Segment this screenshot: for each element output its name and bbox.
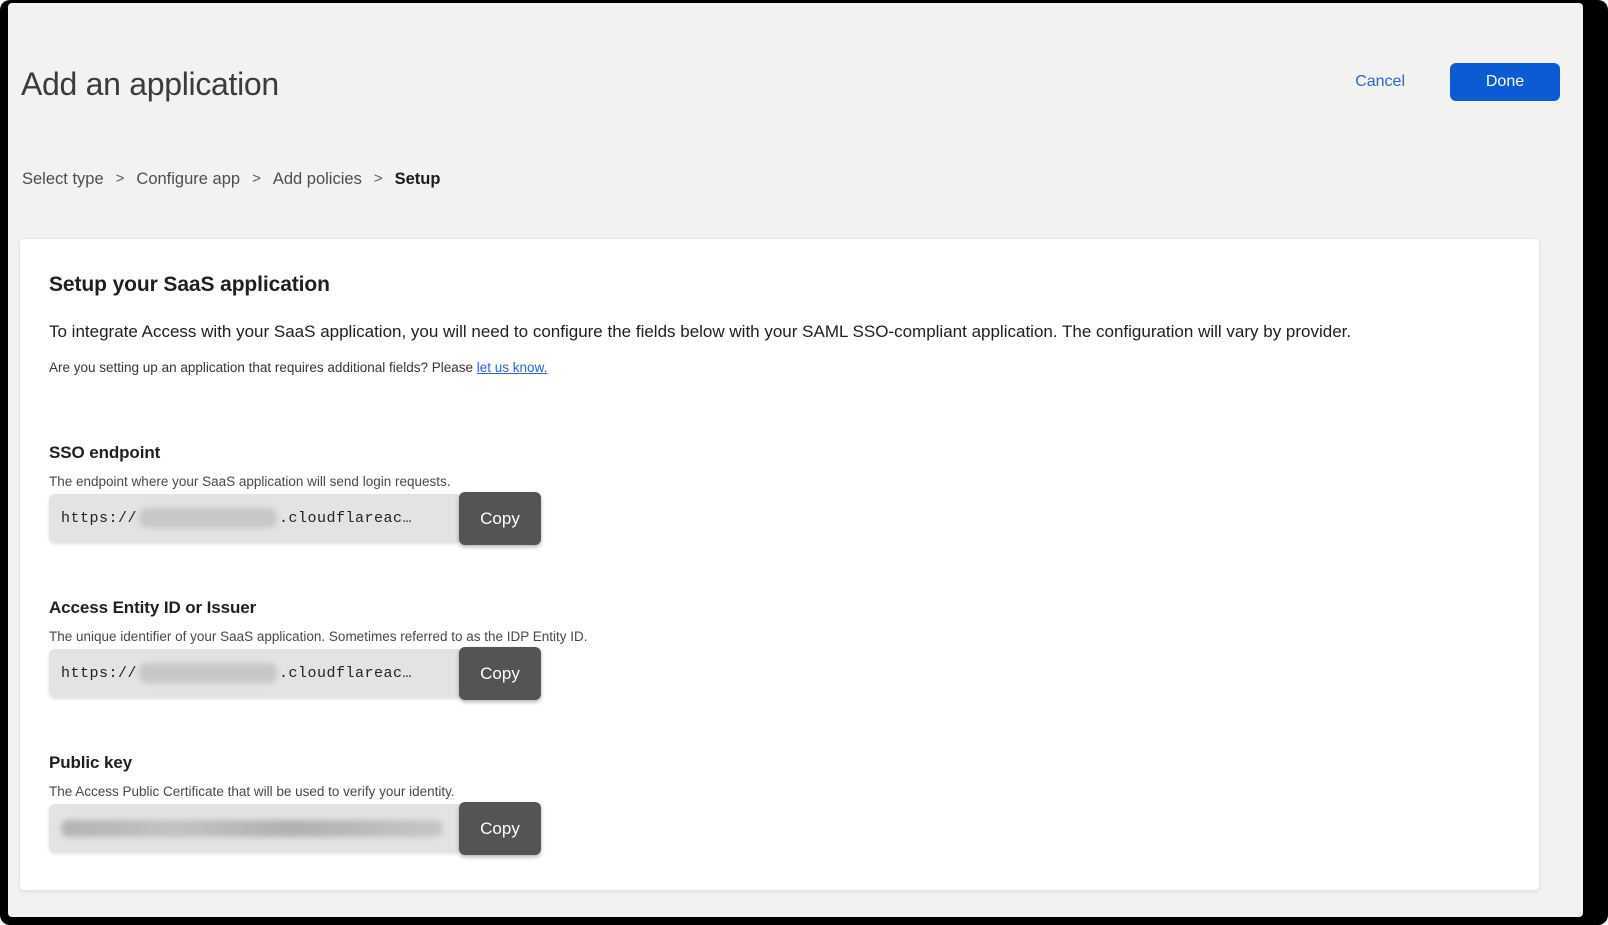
breadcrumb-separator: > <box>116 169 125 189</box>
card-intro-text: To integrate Access with your SaaS appli… <box>49 321 1507 343</box>
copy-button[interactable]: Copy <box>459 647 541 700</box>
breadcrumb-step-configure-app[interactable]: Configure app <box>136 169 240 189</box>
breadcrumb-step-add-policies[interactable]: Add policies <box>273 169 362 189</box>
field-label: Public key <box>49 752 1507 774</box>
field-group-sso-endpoint: SSO endpoint The endpoint where your Saa… <box>49 442 1507 542</box>
redacted-public-key <box>61 820 443 837</box>
field-label: Access Entity ID or Issuer <box>49 597 1507 619</box>
page-background: Add an application Cancel Done Select ty… <box>8 3 1583 917</box>
card-title: Setup your SaaS application <box>49 272 1507 298</box>
page-header: Add an application Cancel Done <box>8 3 1583 103</box>
copy-row: https:// .cloudflareac… Copy <box>49 649 541 697</box>
field-group-public-key: Public key The Access Public Certificate… <box>49 752 1507 852</box>
public-key-value <box>49 804 459 852</box>
cancel-button[interactable]: Cancel <box>1355 73 1405 91</box>
redacted-team-name <box>139 663 277 683</box>
field-description: The Access Public Certificate that will … <box>49 784 1507 800</box>
breadcrumb-separator: > <box>252 169 261 189</box>
screenshot-frame: Add an application Cancel Done Select ty… <box>0 0 1608 925</box>
breadcrumb-step-setup: Setup <box>395 169 441 189</box>
note-text: Are you setting up an application that r… <box>49 360 477 375</box>
card-note: Are you setting up an application that r… <box>49 360 1507 376</box>
access-entity-id-value: https:// .cloudflareac… <box>49 649 459 697</box>
field-description: The endpoint where your SaaS application… <box>49 474 1507 490</box>
breadcrumb: Select type > Configure app > Add polici… <box>8 169 1583 189</box>
field-group-access-entity-id: Access Entity ID or Issuer The unique id… <box>49 597 1507 697</box>
copy-row: Copy <box>49 804 541 852</box>
done-button[interactable]: Done <box>1450 63 1560 101</box>
value-suffix: .cloudflareac… <box>279 510 412 527</box>
copy-button[interactable]: Copy <box>459 802 541 855</box>
redacted-team-name <box>139 508 277 528</box>
value-prefix: https:// <box>61 510 137 527</box>
sso-endpoint-value: https:// .cloudflareac… <box>49 494 459 542</box>
value-suffix: .cloudflareac… <box>279 665 412 682</box>
copy-button[interactable]: Copy <box>459 492 541 545</box>
page-title: Add an application <box>21 65 279 103</box>
header-actions: Cancel Done <box>1355 63 1560 101</box>
breadcrumb-separator: > <box>374 169 383 189</box>
field-label: SSO endpoint <box>49 442 1507 464</box>
setup-card: Setup your SaaS application To integrate… <box>19 238 1540 891</box>
copy-row: https:// .cloudflareac… Copy <box>49 494 541 542</box>
value-prefix: https:// <box>61 665 137 682</box>
let-us-know-link[interactable]: let us know. <box>477 360 548 375</box>
breadcrumb-step-select-type[interactable]: Select type <box>22 169 104 189</box>
field-description: The unique identifier of your SaaS appli… <box>49 629 1507 645</box>
